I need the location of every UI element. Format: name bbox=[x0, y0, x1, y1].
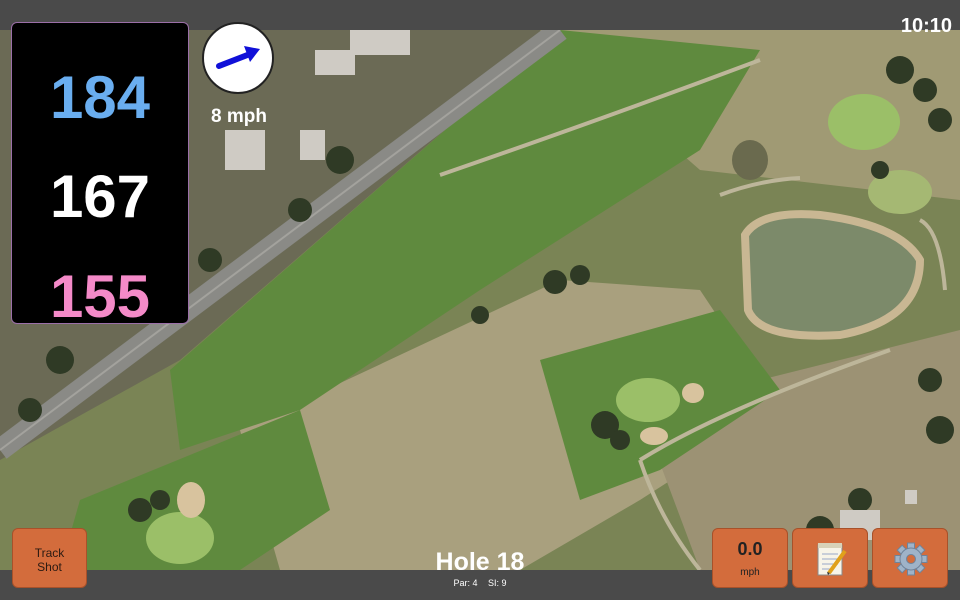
wind-indicator bbox=[202, 22, 274, 94]
hole-stroke-index: SI: 9 bbox=[488, 578, 507, 588]
wind-direction-arrow-icon bbox=[216, 46, 260, 69]
clock: 10:10 bbox=[900, 15, 952, 37]
middle-distance: 167 bbox=[49, 163, 151, 230]
speed-unit: mph bbox=[740, 567, 760, 578]
hole-par: Par: 4 bbox=[453, 578, 478, 588]
settings-button[interactable] bbox=[872, 528, 948, 588]
gear-icon bbox=[894, 542, 928, 576]
track-shot-label-line2: Shot bbox=[37, 560, 62, 574]
track-shot-button[interactable]: Track Shot bbox=[12, 528, 87, 588]
notepad-icon bbox=[817, 543, 847, 576]
speed-button[interactable]: 0.0 mph bbox=[712, 528, 788, 588]
wind-speed-label: 8 mph bbox=[211, 106, 267, 127]
notes-button[interactable] bbox=[792, 528, 868, 588]
hole-info: Par: 4 SI: 9 bbox=[380, 578, 580, 588]
back-distance: 184 bbox=[49, 64, 151, 131]
hole-title: Hole 18 bbox=[435, 548, 525, 576]
speed-value: 0.0 bbox=[737, 539, 763, 559]
track-shot-label-line1: Track bbox=[34, 546, 65, 560]
front-distance: 155 bbox=[49, 263, 151, 330]
distance-panel: 184 167 155 bbox=[11, 22, 189, 330]
